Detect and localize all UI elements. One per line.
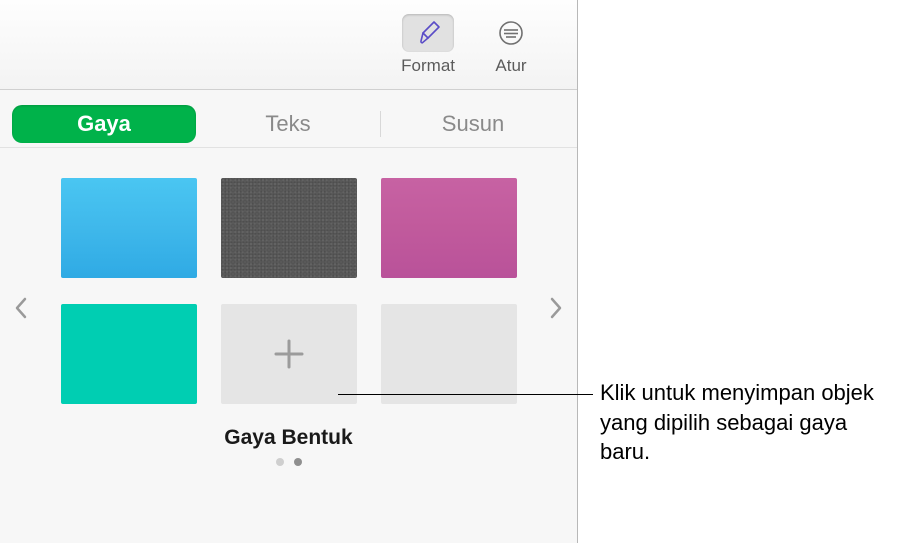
style-swatch-gray-texture[interactable] (221, 178, 357, 278)
add-style-button[interactable] (221, 304, 357, 404)
page-dot-2[interactable] (294, 458, 302, 466)
format-label: Format (401, 56, 455, 76)
format-inspector-panel: Format Atur Gaya Teks Susun (0, 0, 578, 543)
format-icon-wrap (402, 14, 454, 52)
callout-leader-line (338, 394, 593, 395)
inspector-tabs: Gaya Teks Susun (0, 90, 577, 148)
inspector-toolbar: Format Atur (0, 0, 577, 90)
style-swatch-pink[interactable] (381, 178, 517, 278)
shape-styles-area: Gaya Bentuk (0, 148, 577, 466)
tab-text[interactable]: Teks (196, 105, 380, 143)
callout-text: Klik untuk menyimpan objek yang dipilih … (600, 378, 890, 467)
chevron-left-icon (14, 297, 28, 319)
chevron-right-icon (549, 297, 563, 319)
style-swatch-teal[interactable] (61, 304, 197, 404)
tab-style[interactable]: Gaya (12, 105, 196, 143)
arrange-button[interactable]: Atur (485, 14, 537, 76)
style-swatch-empty[interactable] (381, 304, 517, 404)
shape-styles-title: Gaya Bentuk (0, 426, 577, 450)
arrange-icon-wrap (485, 14, 537, 52)
page-dot-1[interactable] (276, 458, 284, 466)
plus-icon (269, 334, 309, 374)
arrange-label: Atur (495, 56, 526, 76)
styles-next-button[interactable] (539, 288, 573, 328)
style-page-indicator (0, 458, 577, 466)
tab-arrange[interactable]: Susun (381, 105, 565, 143)
format-button[interactable]: Format (401, 14, 455, 76)
arrange-icon (497, 19, 525, 47)
styles-prev-button[interactable] (4, 288, 38, 328)
style-swatch-grid (0, 178, 577, 404)
style-swatch-blue[interactable] (61, 178, 197, 278)
paintbrush-icon (414, 19, 442, 47)
